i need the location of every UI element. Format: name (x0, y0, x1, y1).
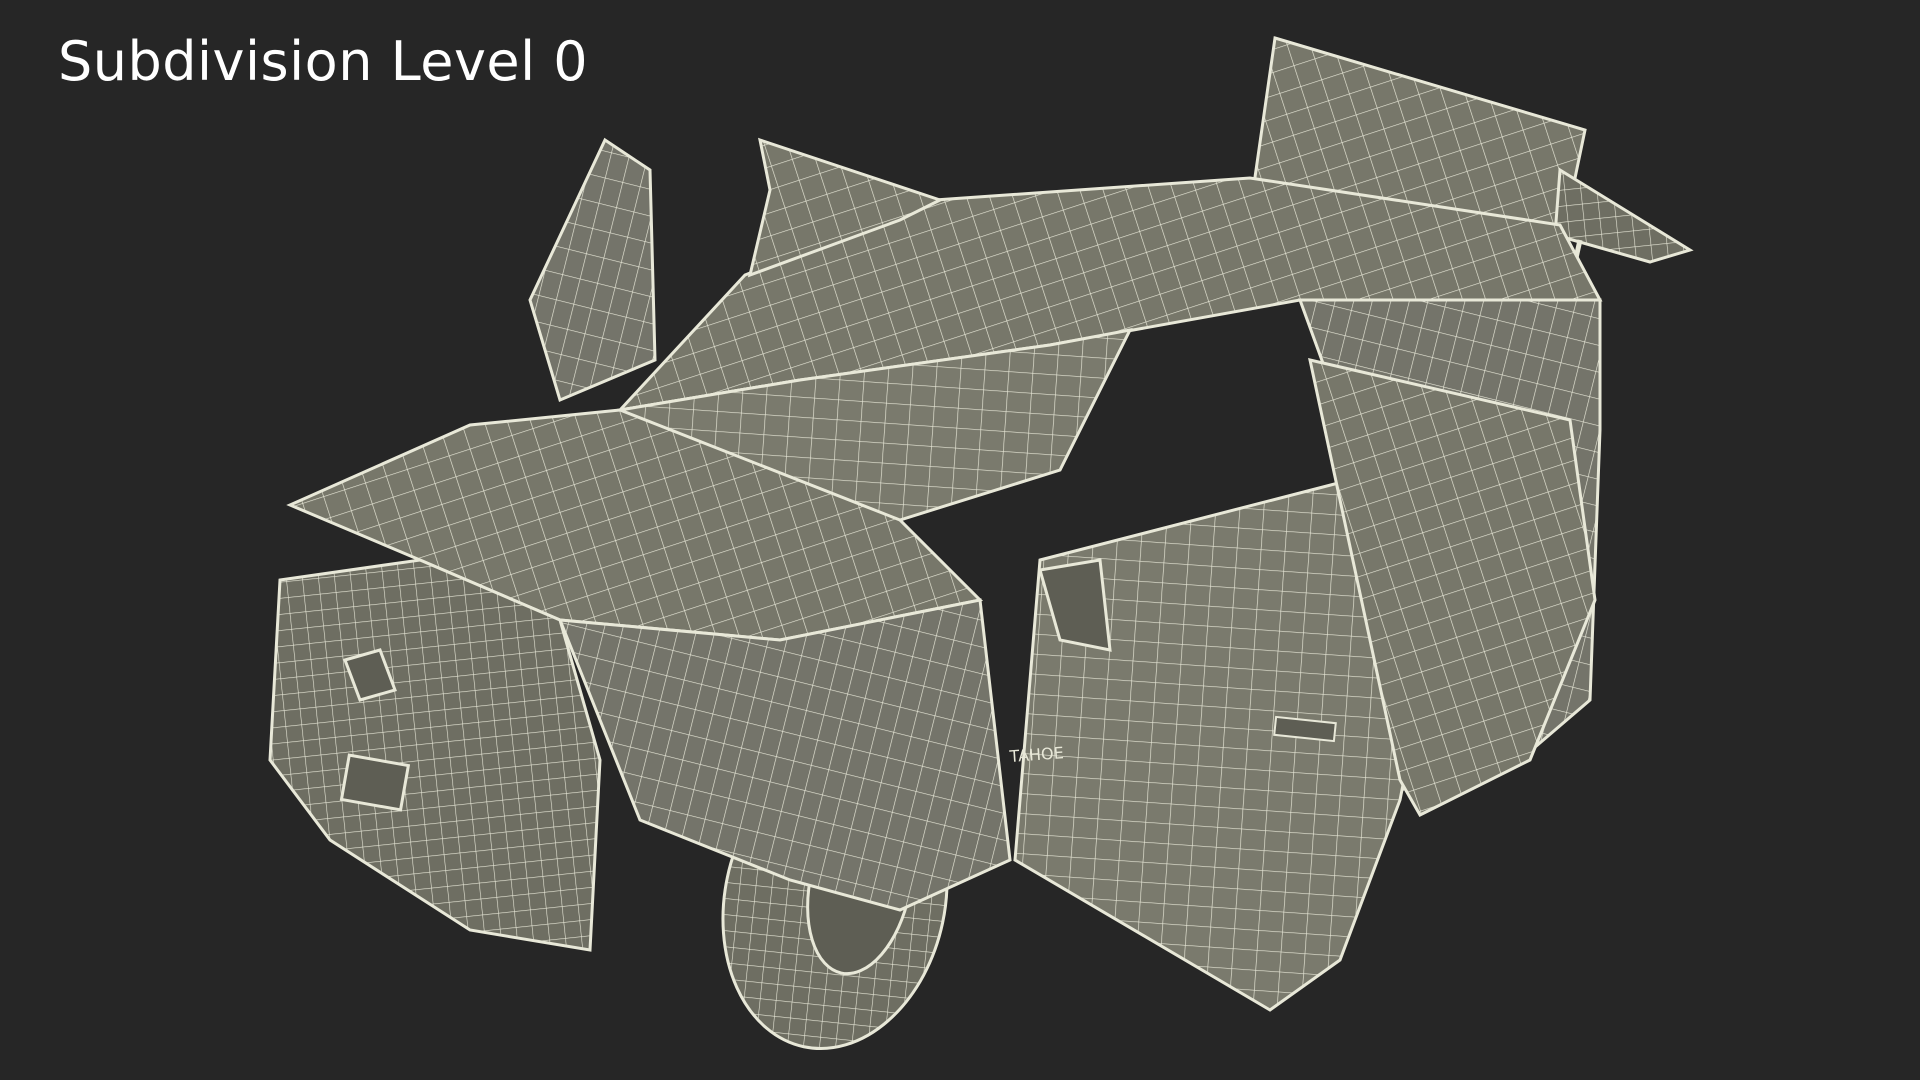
side-body-panel (557, 598, 1012, 912)
far-side-front-door (528, 137, 657, 403)
front-grille (268, 558, 602, 952)
viewport: Subdivision Level 0 TAHOE (0, 0, 1920, 1080)
door-badge: TAHOE (1008, 743, 1064, 766)
wireframe-suv-render: TAHOE (268, 36, 1694, 1050)
license-plate (339, 753, 411, 812)
